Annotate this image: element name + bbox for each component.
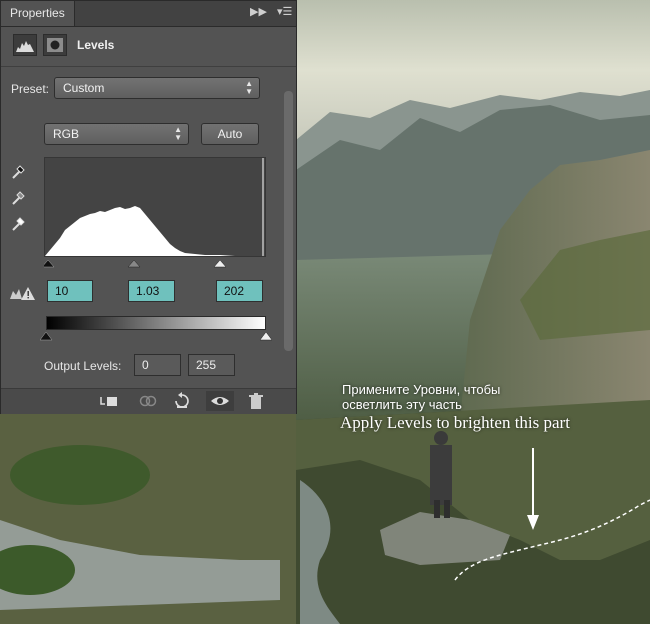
adjustment-title: Levels	[77, 38, 115, 52]
trash-icon[interactable]	[242, 391, 270, 411]
preset-label: Preset:	[11, 82, 50, 96]
output-gradient-bar	[46, 316, 266, 330]
annotation-ru-line1: Примените Уровни, чтобы	[342, 382, 501, 397]
black-eyedropper-icon[interactable]	[9, 161, 29, 181]
tab-label: Properties	[10, 6, 65, 20]
input-white-field[interactable]: 202	[216, 280, 263, 302]
histogram-curve	[45, 206, 265, 256]
input-sliders[interactable]	[44, 257, 268, 269]
panel-menu-icon[interactable]: ▾☰	[277, 5, 292, 18]
output-white-field[interactable]: 255	[188, 354, 235, 376]
collapse-icon[interactable]: ▶▶	[250, 5, 267, 18]
preset-value: Custom	[63, 81, 105, 95]
channel-value: RGB	[53, 127, 80, 141]
annotation-ru-line2: осветлить эту часть	[342, 397, 462, 412]
dropdown-arrows-icon: ▲ ▼	[245, 79, 253, 96]
output-levels-label: Output Levels:	[44, 359, 122, 373]
annotation-en: Apply Levels to brighten this part	[340, 413, 570, 432]
histogram	[44, 157, 266, 257]
output-black-field[interactable]: 0	[134, 354, 181, 376]
tab-properties[interactable]: Properties	[1, 1, 75, 26]
visibility-eye-icon[interactable]	[206, 391, 234, 411]
clip-to-layer-icon[interactable]	[95, 391, 123, 411]
auto-button[interactable]: Auto	[201, 123, 259, 145]
white-eyedropper-icon[interactable]	[9, 213, 29, 233]
panel-header: Properties ▶▶ ▾☰	[1, 1, 296, 27]
mask-icon[interactable]	[43, 34, 67, 56]
view-previous-state-icon[interactable]	[134, 391, 162, 411]
output-sliders[interactable]	[40, 330, 272, 342]
scrollbar[interactable]	[284, 91, 293, 351]
clipping-warning-icon	[9, 285, 35, 301]
properties-panel: Properties ▶▶ ▾☰ Levels Preset: Custom ▲…	[0, 0, 297, 414]
adjustment-title-row: Levels	[1, 26, 296, 67]
gray-eyedropper-icon[interactable]	[9, 187, 29, 207]
dropdown-arrows-icon: ▲ ▼	[174, 125, 182, 142]
input-gamma-field[interactable]: 1.03	[128, 280, 175, 302]
preset-dropdown[interactable]: Custom ▲ ▼	[54, 77, 260, 99]
levels-histogram-icon[interactable]	[13, 34, 37, 56]
reset-icon[interactable]	[168, 391, 196, 411]
panel-bottom-toolbar	[1, 388, 296, 414]
input-black-field[interactable]: 10	[47, 280, 93, 302]
channel-dropdown[interactable]: RGB ▲ ▼	[44, 123, 189, 145]
